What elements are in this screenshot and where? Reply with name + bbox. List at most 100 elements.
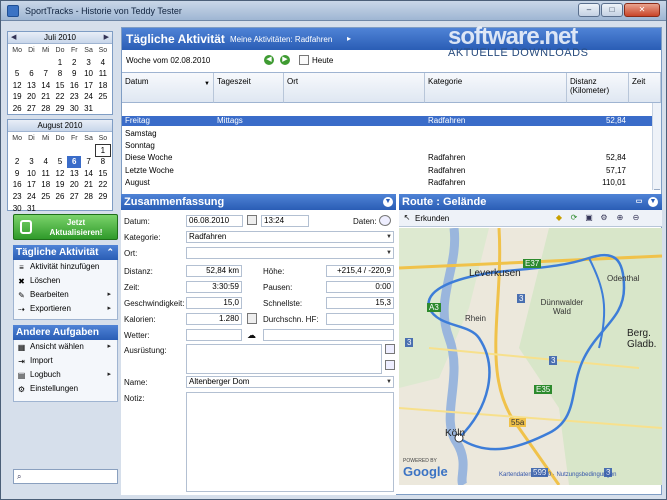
calendar-day[interactable]: 18 <box>96 80 110 92</box>
calendar-day[interactable]: 2 <box>10 156 24 168</box>
calendar-day[interactable]: 27 <box>67 191 81 203</box>
calendar-day[interactable]: 13 <box>24 80 38 92</box>
calendar-day[interactable]: 18 <box>39 179 53 191</box>
equipment-field[interactable] <box>186 344 382 374</box>
col-header-distanz[interactable]: Distanz (Kilometer) <box>567 73 629 103</box>
calendar-day[interactable]: 24 <box>81 91 95 103</box>
calendar-day[interactable]: 13 <box>67 168 81 180</box>
panel-daily-header[interactable]: Tägliche Aktivität ⌃ <box>13 245 118 260</box>
calculator-icon[interactable] <box>247 313 257 324</box>
calendar-day[interactable]: 6 <box>67 156 82 168</box>
table-row[interactable]: August Radfahren 110,01 <box>122 178 652 188</box>
settings-icon[interactable]: ⚙ <box>599 213 609 223</box>
calendar-day[interactable]: 3 <box>24 156 38 168</box>
zoom-out-icon[interactable]: ⊖ <box>631 213 641 223</box>
calendar-day[interactable]: 21 <box>81 179 95 191</box>
task-item[interactable]: ✖ Löschen <box>14 274 117 288</box>
col-header-kategorie[interactable]: Kategorie <box>425 73 567 103</box>
calendar-day[interactable]: 22 <box>96 179 110 191</box>
calendar-day[interactable]: 16 <box>67 80 81 92</box>
calendar-day[interactable]: 5 <box>53 156 67 168</box>
calendar-day[interactable]: 10 <box>81 68 95 80</box>
save-icon[interactable]: ▣ <box>584 213 594 223</box>
calendar-day[interactable]: 12 <box>10 80 24 92</box>
vertical-scrollbar[interactable] <box>652 103 661 190</box>
calendar-day[interactable]: 9 <box>67 68 81 80</box>
pointer-icon[interactable]: ↖ <box>402 213 412 223</box>
table-row[interactable]: Sonntag <box>122 141 652 151</box>
minimize-button[interactable]: – <box>578 3 600 17</box>
map-terms-link[interactable]: Kartendaten ©2010 · Nutzungsbedingungen <box>499 472 617 478</box>
next-week-icon[interactable]: ▶ <box>280 55 290 65</box>
calendar-day[interactable]: 17 <box>24 179 38 191</box>
elevation-field[interactable]: +215,4 / -220,9 <box>326 265 394 277</box>
avg-hr-field[interactable] <box>326 313 394 325</box>
calendar-day[interactable]: 2 <box>67 57 81 69</box>
calendar-day[interactable]: 9 <box>10 168 24 180</box>
duration-field[interactable]: 3:30:59 <box>186 281 242 293</box>
calendar-day[interactable]: 21 <box>39 91 53 103</box>
calendar-day[interactable]: 19 <box>10 91 24 103</box>
calendar-day[interactable]: 24 <box>24 191 38 203</box>
explore-button[interactable]: Erkunden <box>415 214 449 223</box>
table-row[interactable]: Freitag Mittags Radfahren 52,84 <box>122 116 652 127</box>
collapse-icon[interactable]: ⌃ <box>106 245 114 260</box>
close-button[interactable]: ✕ <box>624 3 660 17</box>
name-field[interactable]: Altenberger Dom ▼ <box>186 376 394 388</box>
table-row[interactable]: Diese Woche Radfahren 52,84 <box>122 153 652 163</box>
calendar-day[interactable]: 14 <box>39 80 53 92</box>
calendar-day[interactable]: 30 <box>10 203 24 215</box>
calendar-day[interactable]: 3 <box>81 57 95 69</box>
calendar-day[interactable]: 14 <box>81 168 95 180</box>
summary-dropdown-icon[interactable]: ▼ <box>383 197 393 207</box>
calendar-day[interactable]: 15 <box>96 168 110 180</box>
data-dropdown-icon[interactable] <box>379 215 391 226</box>
calendar-day[interactable]: 7 <box>81 156 95 168</box>
calendar-day[interactable]: 4 <box>39 156 53 168</box>
calendar-day[interactable]: 1 <box>53 57 67 69</box>
maximize-button[interactable]: □ <box>601 3 623 17</box>
speed-field[interactable]: 15,0 <box>186 297 242 309</box>
calendar-icon[interactable] <box>299 55 309 65</box>
table-row[interactable]: Letzte Woche Radfahren 57,17 <box>122 166 652 176</box>
calendar-day[interactable]: 23 <box>67 91 81 103</box>
weather-field[interactable] <box>186 329 242 341</box>
calories-field[interactable]: 1.280 <box>186 313 242 325</box>
col-header-zeit[interactable]: Zeit <box>629 73 661 103</box>
category-select[interactable]: Radfahren ▼ <box>186 231 394 243</box>
calendar-day[interactable]: 7 <box>39 68 53 80</box>
calendar-day[interactable]: 8 <box>53 68 67 80</box>
calendar-day[interactable]: 10 <box>24 168 38 180</box>
task-item[interactable]: ✎ Bearbeiten ▸ <box>14 288 117 302</box>
calendar-day[interactable]: 5 <box>10 68 24 80</box>
calendar-day[interactable]: 27 <box>24 103 38 115</box>
zoom-in-icon[interactable]: ⊕ <box>615 213 625 223</box>
calendar-day[interactable]: 26 <box>10 103 24 115</box>
calendar-day[interactable]: 1 <box>94 143 112 158</box>
pauses-field[interactable]: 0:00 <box>326 281 394 293</box>
weather-icon[interactable]: ☁ <box>247 330 256 341</box>
diamond-icon[interactable]: ◆ <box>554 213 564 223</box>
calendar-day[interactable]: 26 <box>53 191 67 203</box>
route-dropdown-icon[interactable]: ▼ <box>648 197 658 207</box>
calendar-day[interactable]: 29 <box>53 103 67 115</box>
calendar-day[interactable]: 31 <box>24 203 38 215</box>
col-header-datum[interactable]: Datum ▼ <box>122 73 214 103</box>
date-picker-icon[interactable] <box>247 215 257 225</box>
calendar-day[interactable]: 17 <box>81 80 95 92</box>
calendar-day[interactable]: 23 <box>10 191 24 203</box>
breadcrumb[interactable]: Meine Aktivitäten: Radfahren <box>230 35 332 44</box>
panel-other-header[interactable]: Andere Aufgaben <box>13 325 118 340</box>
calendar-day[interactable]: 29 <box>96 191 110 203</box>
task-item[interactable]: ⇥ Import <box>14 354 117 368</box>
calendar-day[interactable]: 19 <box>53 179 67 191</box>
col-header-tageszeit[interactable]: Tageszeit <box>214 73 284 103</box>
breadcrumb-arrow-icon[interactable]: ▸ <box>347 34 351 43</box>
prev-month-icon[interactable]: ◀ <box>11 32 16 44</box>
time-field[interactable]: 13:24 <box>261 215 309 227</box>
calendar-day[interactable]: 31 <box>81 103 95 115</box>
calendar-day[interactable]: 11 <box>96 68 110 80</box>
calendar-day[interactable]: 4 <box>96 57 110 69</box>
calendar-day[interactable]: 20 <box>67 179 81 191</box>
calendar-day[interactable]: 28 <box>39 103 53 115</box>
